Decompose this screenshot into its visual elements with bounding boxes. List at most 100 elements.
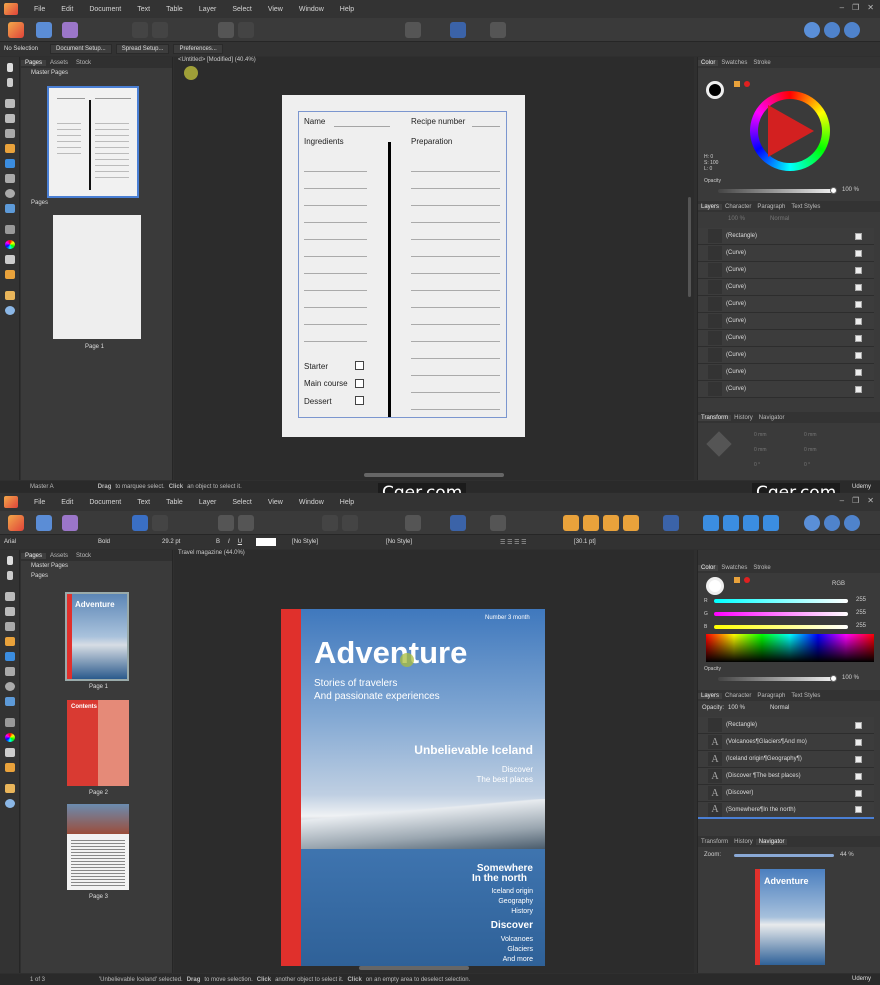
master-pages-header[interactable]: Master Pages: [21, 561, 172, 571]
artistic-text-tool-icon[interactable]: [4, 622, 15, 631]
layer-visibility-checkbox[interactable]: [855, 283, 862, 291]
text-color-swatch[interactable]: [256, 538, 277, 546]
menu-window[interactable]: Window: [299, 499, 324, 506]
opacity-slider[interactable]: [718, 677, 833, 681]
layer-visibility-checkbox[interactable]: [855, 249, 862, 257]
layer-visibility-checkbox[interactable]: [855, 351, 862, 359]
layer-visibility-checkbox[interactable]: [855, 232, 862, 240]
document-tab[interactable]: Travel magazine (44.0%): [174, 550, 245, 560]
opacity-slider-handle[interactable]: [830, 187, 837, 194]
preview-eye-icon[interactable]: [405, 515, 421, 531]
photo-persona-icon[interactable]: [62, 22, 78, 38]
color-spectrum[interactable]: [706, 634, 874, 662]
pentagon-icon[interactable]: [152, 22, 168, 38]
document-tab[interactable]: <Untitled> [Modified] (40.4%): [174, 57, 256, 67]
tab-stock[interactable]: Stock: [72, 553, 95, 559]
menu-edit[interactable]: Edit: [61, 6, 73, 13]
align-icon[interactable]: [238, 22, 254, 38]
tab-character[interactable]: Character: [722, 204, 754, 210]
color-picker-tool-icon[interactable]: [4, 763, 15, 772]
assistant-icon[interactable]: [804, 515, 820, 531]
transform-x-field[interactable]: 0 mm: [754, 432, 767, 438]
transform-rotate-field[interactable]: 0 °: [754, 462, 760, 468]
character-style-select[interactable]: [No Style]: [292, 539, 372, 545]
close-icon[interactable]: ✕: [867, 3, 874, 12]
layer-row[interactable]: A (Somewhere¶In the north): [698, 802, 874, 819]
bold-button[interactable]: B: [216, 539, 220, 545]
paragraph-style-select[interactable]: [No Style]: [386, 539, 486, 545]
font-family-select[interactable]: Arial: [4, 539, 84, 545]
table-tool-icon[interactable]: [4, 607, 15, 616]
tab-navigator[interactable]: Navigator: [755, 838, 788, 845]
menu-edit[interactable]: Edit: [61, 499, 73, 506]
layers-opacity[interactable]: 100 %: [728, 705, 745, 711]
vertical-scrollbar[interactable]: [688, 197, 691, 297]
layers-opacity[interactable]: 100 %: [728, 216, 745, 222]
menu-text[interactable]: Text: [137, 499, 150, 506]
layers-blend-mode[interactable]: Normal: [770, 216, 789, 222]
menu-table[interactable]: Table: [166, 6, 183, 13]
assistant-icon[interactable]: [804, 22, 820, 38]
page-2-thumbnail[interactable]: Contents: [67, 700, 129, 786]
document-setup-button[interactable]: Document Setup...: [50, 44, 112, 54]
tab-text-styles[interactable]: Text Styles: [788, 204, 823, 210]
pages-header[interactable]: Pages: [21, 198, 161, 208]
color-picker-tool-icon[interactable]: [4, 270, 15, 279]
tab-stock[interactable]: Stock: [72, 60, 95, 66]
artistic-text-tool-icon[interactable]: [4, 129, 15, 138]
opacity-value[interactable]: 100 %: [842, 187, 859, 193]
arrange-icon[interactable]: [132, 515, 148, 531]
menu-document[interactable]: Document: [89, 6, 121, 13]
menu-file[interactable]: File: [34, 499, 45, 506]
layer-visibility-checkbox[interactable]: [855, 266, 862, 274]
menu-help[interactable]: Help: [340, 6, 354, 13]
horizontal-scrollbar[interactable]: [364, 473, 504, 477]
layer-visibility-checkbox[interactable]: [855, 738, 862, 746]
layer-visibility-checkbox[interactable]: [855, 368, 862, 376]
tab-paragraph[interactable]: Paragraph: [754, 693, 788, 699]
cover-title[interactable]: Adventure: [314, 635, 467, 671]
layer-visibility-checkbox[interactable]: [855, 385, 862, 393]
page-1-thumbnail[interactable]: Adventure: [65, 592, 129, 681]
pen-tool-icon[interactable]: [4, 144, 15, 153]
move-tool-icon[interactable]: [6, 556, 13, 565]
picture-frame-tool-icon[interactable]: [4, 667, 15, 676]
minimize-icon[interactable]: –: [840, 3, 844, 12]
underline-button[interactable]: U: [238, 539, 242, 545]
flip-horizontal-icon[interactable]: [703, 515, 719, 531]
blue-slider[interactable]: [714, 625, 848, 629]
rgb-r-value[interactable]: 255: [856, 597, 866, 603]
layers-blend-mode[interactable]: Normal: [770, 705, 789, 711]
layer-row[interactable]: (Rectangle): [698, 717, 874, 734]
master-indicator[interactable]: Master A: [30, 484, 54, 490]
table-tool-icon[interactable]: [4, 114, 15, 123]
tab-swatches[interactable]: Swatches: [718, 565, 750, 571]
font-weight-select[interactable]: Bold: [98, 539, 148, 545]
transform-w-field[interactable]: 0 mm: [754, 447, 767, 453]
layer-row[interactable]: A (Discover ¶The best places): [698, 768, 874, 785]
page-1-thumbnail[interactable]: [53, 215, 141, 339]
snapping-magnet-icon[interactable]: [490, 515, 506, 531]
alignment-icon[interactable]: [663, 515, 679, 531]
account-icon[interactable]: [844, 22, 860, 38]
menu-table[interactable]: Table: [166, 499, 183, 506]
account-icon[interactable]: [844, 515, 860, 531]
layer-row[interactable]: (Curve): [698, 279, 874, 296]
red-slider[interactable]: [714, 599, 848, 603]
image-tool-icon[interactable]: [4, 204, 15, 213]
transparency-tool-icon[interactable]: [4, 748, 15, 757]
menu-text[interactable]: Text: [137, 6, 150, 13]
text-wrap-icon[interactable]: [342, 515, 358, 531]
menu-file[interactable]: File: [34, 6, 45, 13]
frame-icon[interactable]: [218, 22, 234, 38]
picture-frame-tool-icon[interactable]: [4, 174, 15, 183]
layer-row[interactable]: (Curve): [698, 330, 874, 347]
rectangle-tool-icon[interactable]: [4, 652, 15, 661]
menu-help[interactable]: Help: [340, 499, 354, 506]
zoom-tool-icon[interactable]: [4, 306, 15, 315]
eyedropper-icon[interactable]: [734, 577, 740, 583]
pen-tool-icon[interactable]: [4, 637, 15, 646]
layer-visibility-checkbox[interactable]: [855, 806, 862, 813]
snapping-magnet-icon[interactable]: [490, 22, 506, 38]
horizontal-scrollbar[interactable]: [359, 966, 469, 970]
